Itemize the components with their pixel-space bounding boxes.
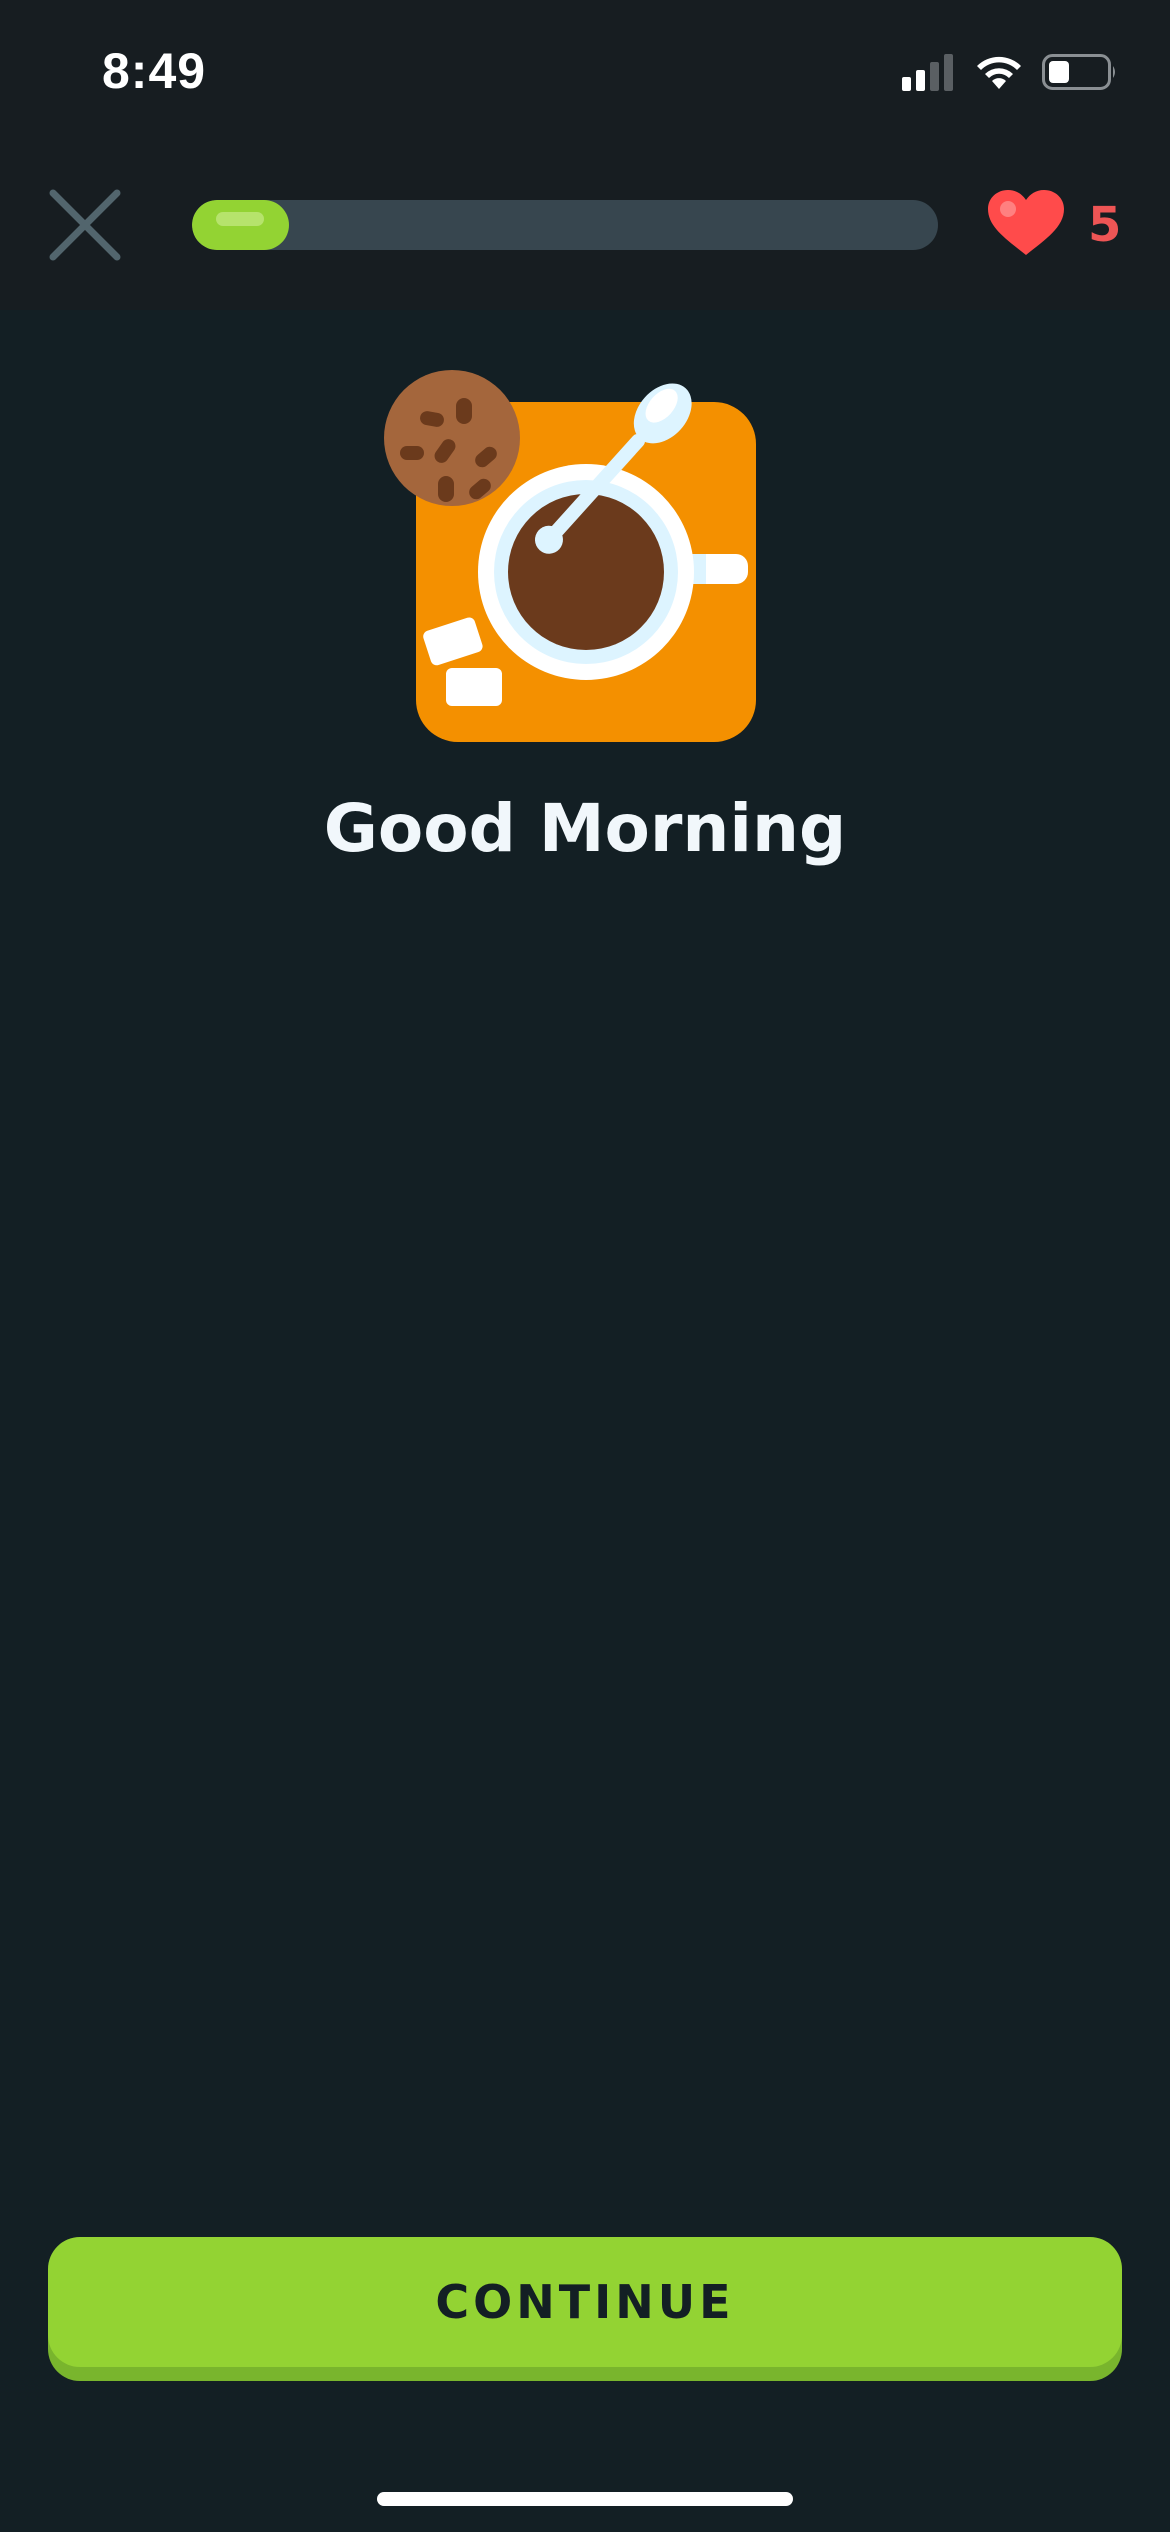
hearts-count: 5: [1088, 197, 1122, 253]
progress-shine: [216, 212, 264, 226]
status-icons: [902, 52, 1118, 96]
continue-button[interactable]: CONTINUE: [48, 2237, 1122, 2367]
hearts-counter[interactable]: 5: [986, 188, 1121, 262]
lesson-progress-bar: [192, 200, 938, 250]
lesson-header: 5: [0, 160, 1170, 310]
close-icon: [49, 189, 121, 265]
close-button[interactable]: [40, 182, 130, 272]
coffee-cup-illustration: [376, 362, 796, 752]
heart-icon: [986, 189, 1066, 261]
wifi-icon: [974, 53, 1024, 95]
prompt-title: Good Morning: [323, 790, 847, 867]
status-time: 8:49: [102, 43, 207, 99]
home-indicator[interactable]: [377, 2492, 793, 2506]
battery-icon: [1042, 53, 1118, 95]
progress-fill: [192, 200, 289, 250]
status-bar: 8:49: [0, 0, 1170, 160]
cellular-signal-icon: [902, 53, 956, 95]
continue-label: CONTINUE: [435, 2275, 735, 2329]
